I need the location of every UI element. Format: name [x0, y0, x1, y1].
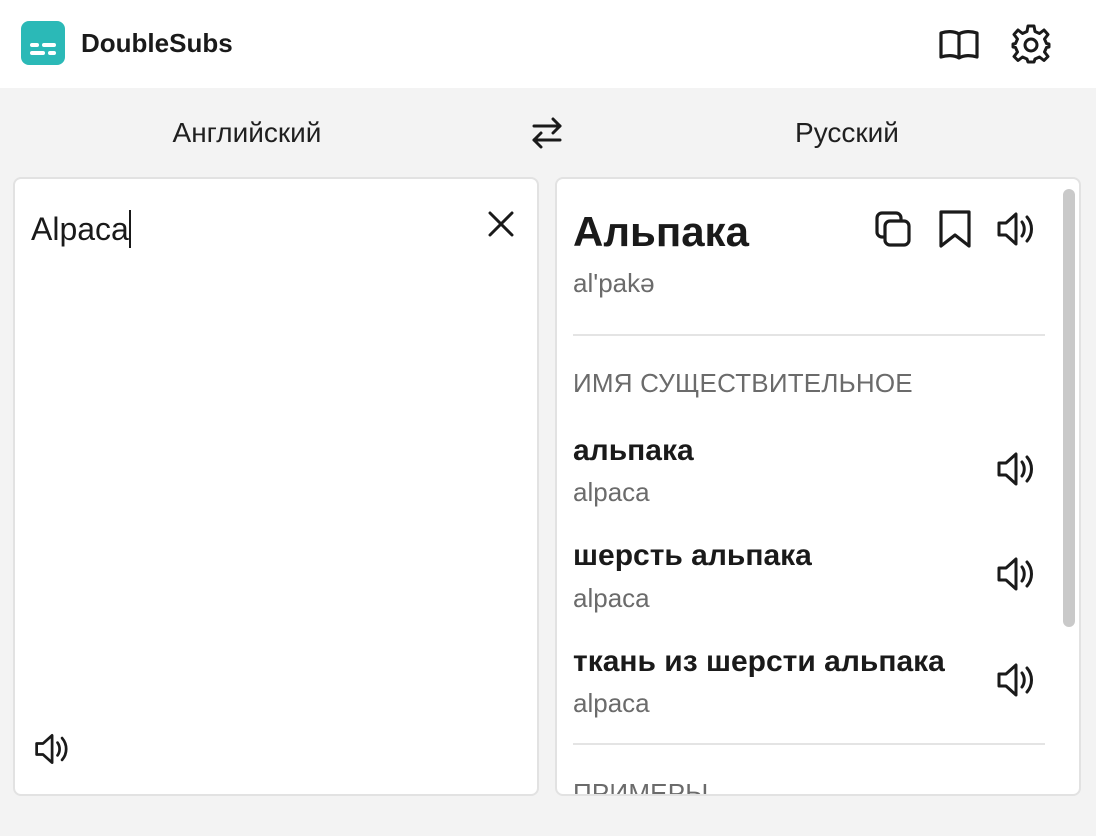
book-icon[interactable] — [937, 22, 981, 66]
transcription: al'pakə — [573, 268, 655, 298]
speaker-icon[interactable] — [33, 729, 73, 769]
copy-icon[interactable] — [871, 207, 915, 251]
back-translation: alpaca — [573, 583, 650, 613]
translation-panel: Альпака al'pakə ИМЯ СУЩЕСТВИТЕЛЬНОЕ альп… — [555, 177, 1081, 796]
speaker-icon[interactable] — [995, 207, 1039, 251]
translation-word[interactable]: ткань из шерсти альпака — [573, 644, 945, 680]
part-of-speech-label: ИМЯ СУЩЕСТВИТЕЛЬНОЕ — [573, 368, 913, 398]
source-panel: Alpaca — [13, 177, 539, 796]
bookmark-icon[interactable] — [933, 207, 977, 251]
divider — [573, 334, 1045, 336]
source-input[interactable]: Alpaca — [31, 209, 131, 249]
target-language[interactable]: Русский — [747, 116, 947, 150]
source-language[interactable]: Английский — [147, 116, 347, 150]
app-logo-icon — [21, 21, 65, 65]
speaker-icon[interactable] — [995, 552, 1039, 596]
translation-headword: Альпака — [573, 208, 749, 255]
top-bar: DoubleSubs — [0, 0, 1096, 88]
app-title: DoubleSubs — [81, 28, 233, 58]
divider — [573, 743, 1045, 745]
back-translation: alpaca — [573, 688, 650, 718]
speaker-icon[interactable] — [995, 447, 1039, 491]
translation-word[interactable]: шерсть альпака — [573, 538, 812, 574]
translation-word[interactable]: альпака — [573, 433, 694, 469]
back-translation: alpaca — [573, 477, 650, 507]
swap-languages-icon[interactable] — [526, 112, 568, 154]
clear-icon[interactable] — [481, 204, 521, 244]
speaker-icon[interactable] — [995, 658, 1039, 702]
scrollbar-thumb[interactable] — [1063, 189, 1075, 627]
examples-title: ПРИМЕРЫ — [573, 778, 709, 796]
gear-icon[interactable] — [1009, 22, 1053, 66]
source-input-text: Alpaca — [31, 211, 129, 247]
text-caret — [128, 210, 131, 248]
